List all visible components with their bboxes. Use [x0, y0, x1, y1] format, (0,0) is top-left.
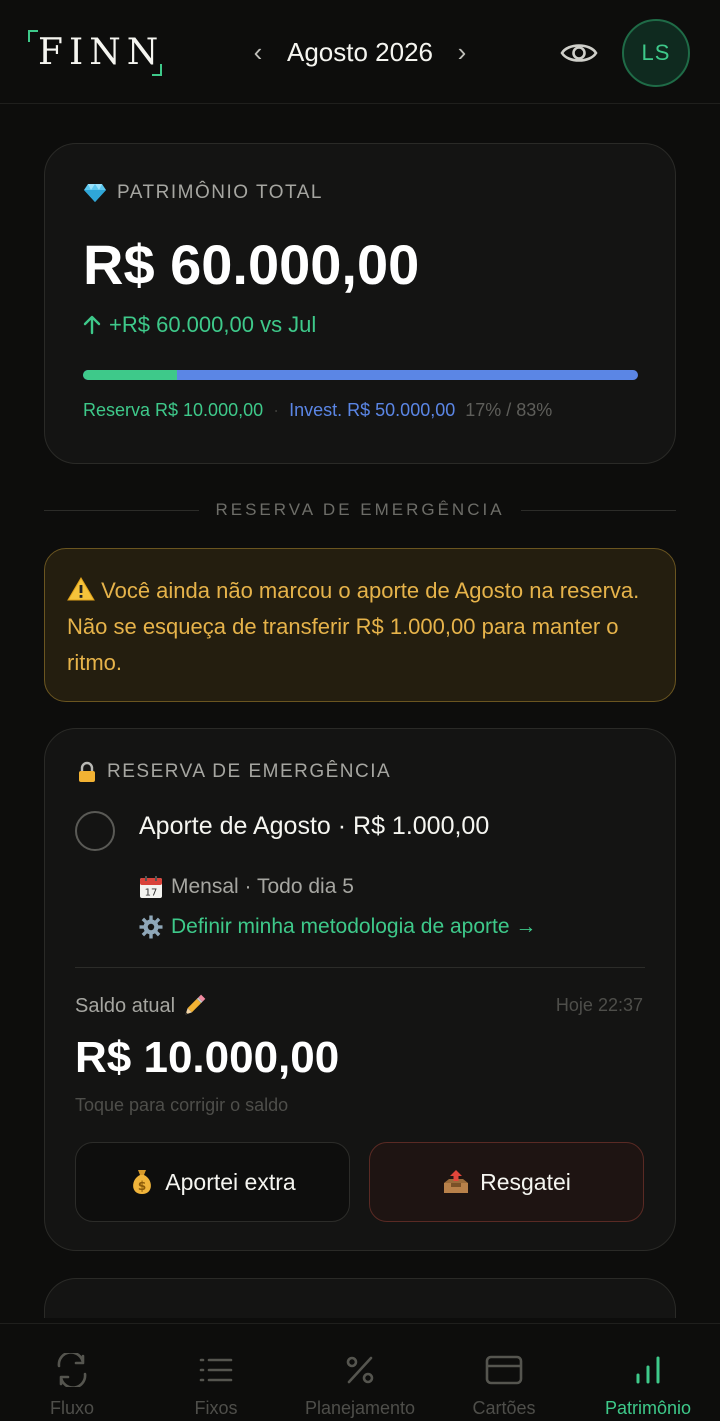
svg-text:17: 17	[145, 888, 158, 899]
nav-label-planejamento: Planejamento	[304, 1398, 416, 1418]
next-month-button[interactable]: ›	[450, 36, 474, 68]
svg-text:$: $	[138, 1179, 146, 1193]
bottom-navigation: Fluxo Fixos Planejamento Cartões Patrimô…	[0, 1323, 720, 1421]
logo-bracket-top-left	[28, 30, 38, 42]
extra-contribution-label: Aportei extra	[165, 1168, 296, 1195]
finn-logo: FINN	[28, 30, 162, 76]
reserve-card-header: RESERVA DE EMERGÊNCIA	[77, 761, 391, 783]
allocation-bar	[83, 370, 638, 380]
warning-icon	[67, 577, 95, 601]
prev-month-button[interactable]: ‹	[246, 36, 270, 68]
contribution-title: Aporte de Agosto · R$ 1.000,00	[139, 812, 490, 840]
balance-hint: Toque para corrigir o saldo	[75, 1095, 289, 1115]
allocation-legend: Reserva R$ 10.000,00 · Invest. R$ 50.000…	[83, 400, 552, 421]
balance-updated-time: Hoje 22:37	[555, 995, 643, 1015]
extra-contribution-button[interactable]: $ Aportei extra	[75, 1142, 350, 1222]
withdraw-label: Resgatei	[480, 1168, 571, 1195]
month-label: Agosto 2026	[286, 37, 433, 67]
outbox-tray-icon	[444, 1170, 469, 1193]
legend-invest: Invest. R$ 50.000,00	[289, 400, 456, 420]
nav-label-cartoes: Cartões	[472, 1398, 536, 1418]
contribution-warning: Você ainda não marcou o aporte de Agosto…	[44, 548, 676, 702]
reserve-card-divider	[75, 967, 645, 968]
contribution-checkbox[interactable]	[75, 811, 115, 851]
legend-separator: ·	[273, 400, 280, 420]
legend-percentages: 17% / 83%	[465, 400, 553, 420]
avatar[interactable]: LS	[622, 19, 690, 87]
nav-item-fixos[interactable]: Fixos	[144, 1324, 288, 1421]
total-wealth-label: PATRIMÔNIO TOTAL	[117, 182, 323, 203]
total-wealth-card: PATRIMÔNIO TOTAL R$ 60.000,00 +R$ 60.000…	[44, 143, 676, 464]
legend-reserve: Reserva R$ 10.000,00	[83, 400, 264, 420]
app-header: FINN ‹ Agosto 2026 › LS	[0, 0, 720, 104]
balance-label-text: Saldo atual	[75, 994, 176, 1017]
balance-amount[interactable]: R$ 10.000,00	[75, 1031, 339, 1085]
diamond-icon	[84, 184, 106, 202]
total-wealth-amount: R$ 60.000,00	[83, 233, 420, 296]
money-bag-icon: $	[133, 1170, 152, 1194]
allocation-bar-reserve-fill	[83, 370, 178, 380]
percent-icon	[346, 1356, 374, 1384]
swap-arrows-icon	[57, 1353, 87, 1387]
eye-icon	[560, 44, 598, 62]
nav-label-fluxo: Fluxo	[49, 1398, 94, 1418]
reserve-card-label: RESERVA DE EMERGÊNCIA	[107, 761, 392, 782]
nav-item-cartoes[interactable]: Cartões	[432, 1324, 576, 1421]
toggle-visibility-button[interactable]	[558, 34, 600, 72]
logo-text: FINN	[38, 32, 165, 73]
next-card-peek	[44, 1278, 676, 1318]
logo-bracket-bottom-right	[152, 64, 162, 76]
nav-item-patrimonio[interactable]: Patrimônio	[576, 1324, 720, 1421]
list-icon	[199, 1358, 233, 1382]
balance-label[interactable]: Saldo atual	[75, 993, 207, 1019]
withdraw-button[interactable]: Resgatei	[369, 1142, 644, 1222]
bar-chart-icon	[636, 1356, 660, 1384]
contribution-frequency: 17 Mensal · Todo dia 5	[139, 875, 354, 899]
nav-label-patrimonio: Patrimônio	[604, 1398, 692, 1418]
total-change: +R$ 60.000,00 vs Jul	[83, 312, 316, 338]
lock-icon	[79, 761, 95, 782]
avatar-initials: LS	[641, 40, 671, 65]
contribution-frequency-text: Mensal · Todo dia 5	[171, 875, 354, 898]
credit-card-icon	[485, 1355, 523, 1385]
section-title: RESERVA DE EMERGÊNCIA	[215, 500, 505, 519]
arrow-up-icon	[83, 315, 101, 335]
gear-icon	[139, 915, 163, 939]
divider-line-left	[44, 509, 200, 511]
calendar-icon: 17	[140, 876, 162, 899]
nav-item-fluxo[interactable]: Fluxo	[0, 1324, 144, 1421]
define-method-text: Definir minha metodologia de aporte →	[171, 915, 537, 938]
divider-line-right	[520, 509, 677, 511]
emergency-reserve-card: RESERVA DE EMERGÊNCIA Aporte de Agosto ·…	[44, 728, 676, 1251]
define-method-link[interactable]: Definir minha metodologia de aporte →	[139, 915, 536, 939]
pencil-icon	[185, 994, 206, 1015]
warning-text: Você ainda não marcou o aporte de Agosto…	[67, 578, 640, 675]
total-change-text: +R$ 60.000,00 vs Jul	[109, 312, 317, 337]
nav-label-fixos: Fixos	[194, 1398, 238, 1418]
section-divider: RESERVA DE EMERGÊNCIA	[44, 498, 677, 522]
total-wealth-header: PATRIMÔNIO TOTAL	[83, 182, 323, 204]
nav-item-planejamento[interactable]: Planejamento	[288, 1324, 432, 1421]
